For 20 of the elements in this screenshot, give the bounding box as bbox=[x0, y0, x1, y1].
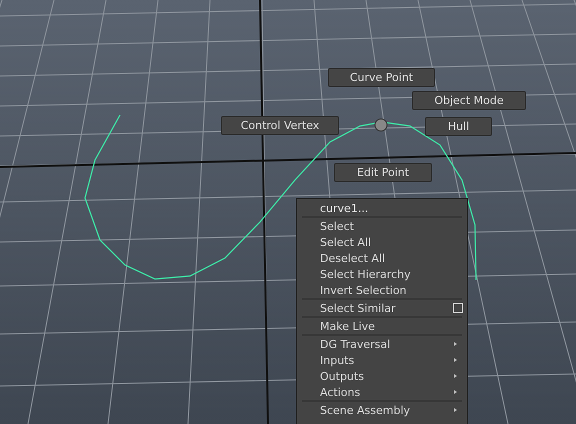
menu-item[interactable]: Outputs bbox=[297, 368, 467, 384]
menu-item[interactable]: Select bbox=[297, 218, 467, 234]
marking-menu-item[interactable]: Object Mode bbox=[412, 91, 526, 110]
control-point-icon[interactable] bbox=[374, 118, 388, 132]
option-box-icon[interactable] bbox=[453, 303, 463, 313]
menu-item[interactable]: Inputs bbox=[297, 352, 467, 368]
menu-item[interactable]: Deselect All bbox=[297, 250, 467, 266]
menu-item[interactable]: Select All bbox=[297, 234, 467, 250]
marking-menu-item[interactable]: Control Vertex bbox=[221, 116, 339, 135]
menu-title: curve1... bbox=[320, 202, 368, 214]
marking-menu-item[interactable]: Hull bbox=[425, 117, 492, 136]
menu-item[interactable]: Scene Assembly bbox=[297, 402, 467, 418]
menu-item[interactable]: Select Hierarchy bbox=[297, 266, 467, 282]
marking-menu-item[interactable]: Curve Point bbox=[328, 68, 435, 87]
marking-menu-item[interactable]: Edit Point bbox=[334, 163, 432, 182]
menu-item[interactable]: Invert Selection bbox=[297, 282, 467, 298]
menu-item[interactable]: DG Traversal bbox=[297, 336, 467, 352]
menu-item[interactable]: Actions bbox=[297, 384, 467, 400]
menu-item[interactable]: Make Live bbox=[297, 318, 467, 334]
menu-item[interactable]: Select Similar bbox=[297, 300, 467, 316]
